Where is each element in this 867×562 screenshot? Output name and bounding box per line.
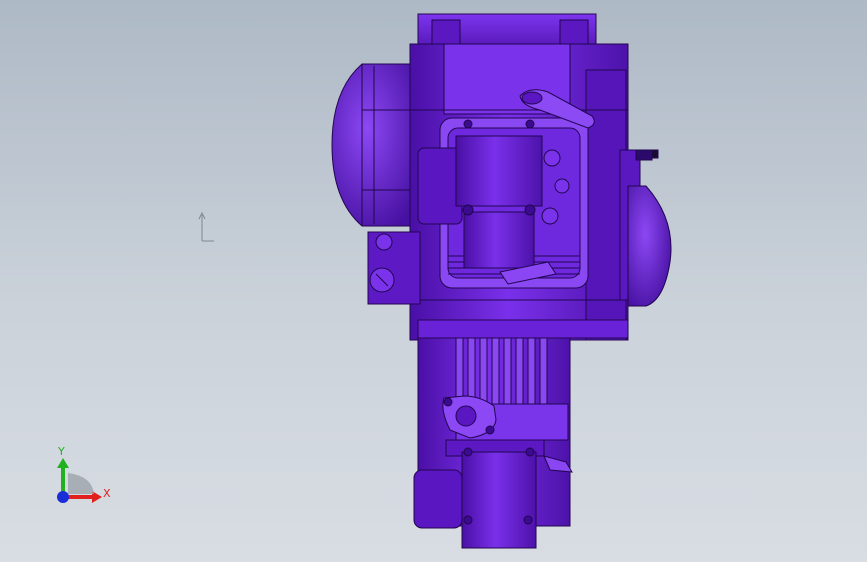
shift-pedal-mount[interactable]	[413, 469, 463, 529]
right-cover[interactable]	[627, 185, 672, 307]
bottom-cylinder[interactable]	[461, 451, 537, 549]
z-axis-dot	[57, 491, 69, 503]
origin-marker	[198, 211, 214, 242]
y-axis-label: Y	[57, 445, 65, 458]
head-bolt[interactable]	[541, 207, 559, 225]
intake-block[interactable]	[417, 147, 463, 225]
engine-model-view[interactable]: Y X	[0, 0, 867, 562]
left-cover[interactable]	[331, 63, 421, 227]
coordinate-triad: Y X	[57, 445, 111, 503]
head-bolt[interactable]	[554, 178, 570, 194]
head-bolt[interactable]	[543, 149, 561, 167]
graphics-viewport[interactable]: Y X	[0, 0, 867, 562]
x-axis-label: X	[103, 487, 111, 500]
engine-assembly[interactable]	[331, 13, 672, 549]
